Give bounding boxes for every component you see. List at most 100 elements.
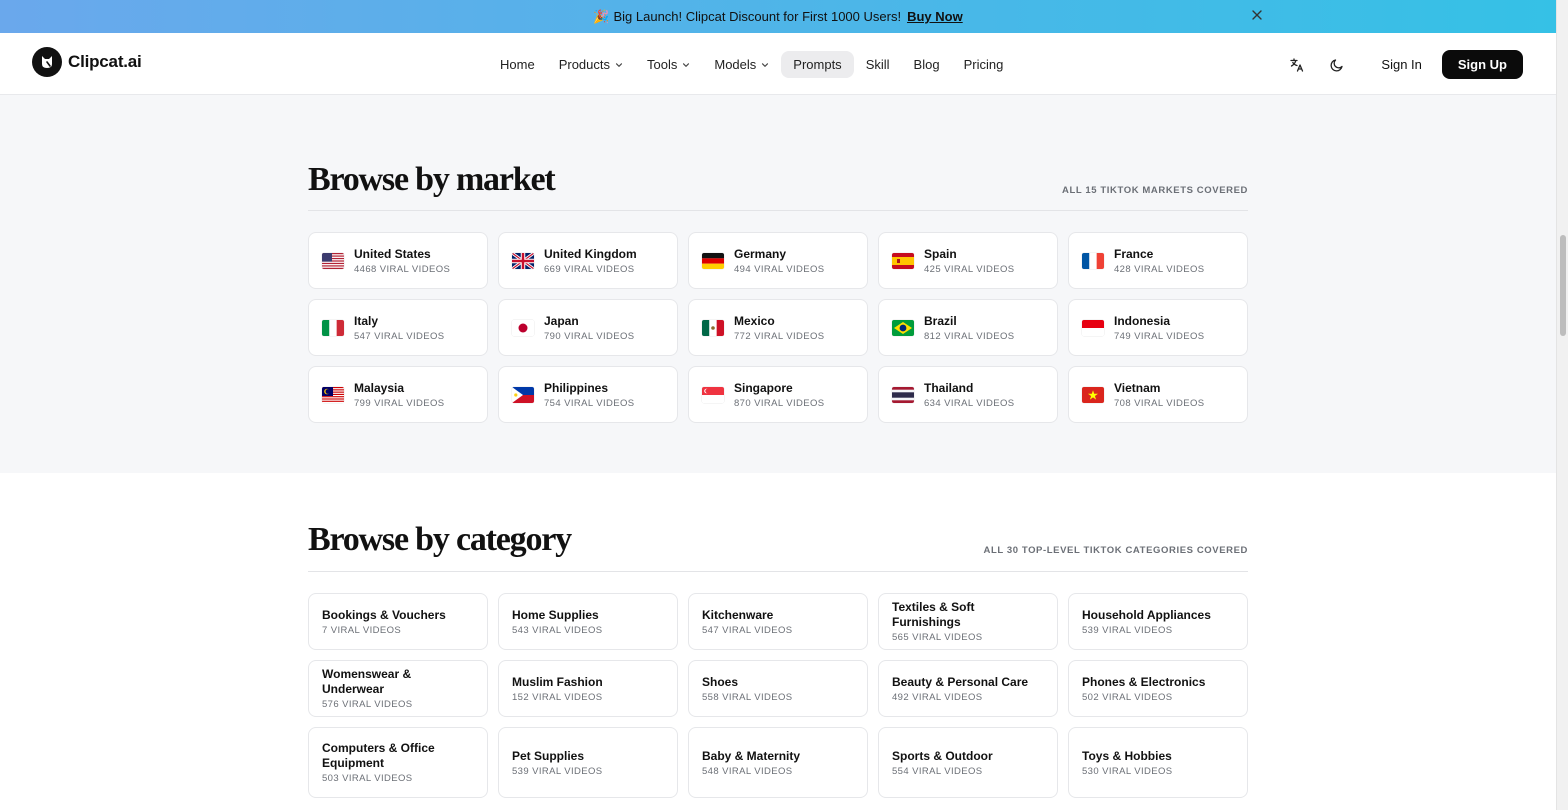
market-name: United States [354, 246, 431, 261]
market-card-vn[interactable]: Vietnam 708 VIRAL VIDEOS [1068, 366, 1248, 423]
nav-label: Blog [913, 57, 940, 72]
category-card[interactable]: Toys & Hobbies 530 VIRAL VIDEOS [1068, 727, 1248, 798]
video-count: 530 VIRAL VIDEOS [1082, 765, 1173, 777]
market-section: Browse by market ALL 15 TIKTOK MARKETS C… [0, 95, 1556, 473]
market-card-mx[interactable]: Mexico 772 VIRAL VIDEOS [688, 299, 868, 356]
category-grid: Bookings & Vouchers 7 VIRAL VIDEOS Home Su… [308, 593, 1248, 798]
translate-icon[interactable] [1283, 51, 1311, 79]
banner-text: Big Launch! Clipcat Discount for First 1… [613, 9, 902, 24]
market-card-br[interactable]: Brazil 812 VIRAL VIDEOS [878, 299, 1058, 356]
flag-sg-icon [702, 386, 724, 403]
video-count: 576 VIRAL VIDEOS [322, 699, 413, 710]
video-count: 558 VIRAL VIDEOS [702, 691, 793, 703]
buy-now-link[interactable]: Buy Now [907, 9, 963, 24]
nav-item-skill[interactable]: Skill [854, 51, 902, 78]
video-count: 554 VIRAL VIDEOS [892, 765, 983, 777]
site-header: Clipcat.ai Home Products Tools Models Prompt… [0, 33, 1556, 95]
card-text: Household Appliances 539 VIRAL VIDEOS [1082, 608, 1211, 636]
category-card[interactable]: Pet Supplies 539 VIRAL VIDEOS [498, 727, 678, 798]
nav-label: Products [558, 57, 610, 72]
flag-fr-icon [1082, 252, 1104, 269]
card-text: Philippines 754 VIRAL VIDEOS [544, 381, 635, 409]
card-text: Baby & Maternity 548 VIRAL VIDEOS [702, 749, 800, 777]
nav-item-prompts[interactable]: Prompts [781, 51, 854, 78]
market-title: Browse by market [308, 161, 556, 198]
sign-up-button[interactable]: Sign Up [1441, 50, 1523, 79]
video-count: 708 VIRAL VIDEOS [1114, 397, 1205, 409]
scrollbar-thumb[interactable] [1560, 235, 1566, 336]
nav-item-models[interactable]: Models [702, 51, 781, 78]
video-count: 152 VIRAL VIDEOS [512, 691, 603, 703]
market-card-fr[interactable]: France 428 VIRAL VIDEOS [1068, 232, 1248, 289]
category-name: Phones & Electronics [1082, 674, 1206, 689]
moon-icon[interactable] [1323, 51, 1351, 79]
nav-label: Tools [647, 57, 678, 72]
market-card-th[interactable]: Thailand 634 VIRAL VIDEOS [878, 366, 1058, 423]
category-card[interactable]: Computers & Office Equipment 503 VIRAL VI… [308, 727, 488, 798]
category-card[interactable]: Kitchenware 547 VIRAL VIDEOS [688, 593, 868, 650]
market-card-gb[interactable]: United Kingdom 669 VIRAL VIDEOS [498, 232, 678, 289]
market-name: Japan [544, 313, 579, 328]
category-card[interactable]: Beauty & Personal Care 492 VIRAL VIDEOS [878, 660, 1058, 717]
category-name: Kitchenware [702, 607, 774, 622]
party-icon: 🎉 [593, 8, 610, 24]
market-card-de[interactable]: Germany 494 VIRAL VIDEOS [688, 232, 868, 289]
category-card[interactable]: Muslim Fashion 152 VIRAL VIDEOS [498, 660, 678, 717]
category-card[interactable]: Sports & Outdoor 554 VIRAL VIDEOS [878, 727, 1058, 798]
category-card[interactable]: Home Supplies 543 VIRAL VIDEOS [498, 593, 678, 650]
card-text: Bookings & Vouchers 7 VIRAL VIDEOS [322, 608, 446, 636]
market-name: France [1114, 246, 1154, 261]
market-card-my[interactable]: Malaysia 799 VIRAL VIDEOS [308, 366, 488, 423]
card-text: Spain 425 VIRAL VIDEOS [924, 247, 1015, 275]
market-grid: United States 4468 VIRAL VIDEOS United Kin… [308, 232, 1248, 423]
category-card[interactable]: Phones & Electronics 502 VIRAL VIDEOS [1068, 660, 1248, 717]
video-count: 754 VIRAL VIDEOS [544, 397, 635, 409]
video-count: 547 VIRAL VIDEOS [702, 624, 793, 636]
category-card[interactable]: Baby & Maternity 548 VIRAL VIDEOS [688, 727, 868, 798]
announcement-banner: 🎉 Big Launch! Clipcat Discount for First… [0, 0, 1556, 33]
card-text: Germany 494 VIRAL VIDEOS [734, 247, 825, 275]
page-scrollbar[interactable] [1556, 0, 1568, 810]
nav-label: Home [500, 57, 535, 72]
close-icon[interactable] [1250, 8, 1266, 24]
card-text: Thailand 634 VIRAL VIDEOS [924, 381, 1015, 409]
card-text: Shoes 558 VIRAL VIDEOS [702, 675, 793, 703]
card-text: Mexico 772 VIRAL VIDEOS [734, 314, 825, 342]
category-card[interactable]: Shoes 558 VIRAL VIDEOS [688, 660, 868, 717]
category-meta: ALL 30 TOP-LEVEL TIKTOK CATEGORIES COVER… [983, 545, 1248, 556]
nav-item-pricing[interactable]: Pricing [952, 51, 1016, 78]
card-text: Muslim Fashion 152 VIRAL VIDEOS [512, 675, 603, 703]
market-card-us[interactable]: United States 4468 VIRAL VIDEOS [308, 232, 488, 289]
market-card-jp[interactable]: Japan 790 VIRAL VIDEOS [498, 299, 678, 356]
video-count: 543 VIRAL VIDEOS [512, 624, 603, 636]
logo[interactable]: Clipcat.ai [32, 47, 142, 77]
nav-item-home[interactable]: Home [488, 51, 547, 78]
flag-vn-icon [1082, 386, 1104, 403]
header-actions: Sign In Sign Up [1283, 50, 1523, 79]
flag-de-icon [702, 252, 724, 269]
category-card[interactable]: Bookings & Vouchers 7 VIRAL VIDEOS [308, 593, 488, 650]
market-name: Germany [734, 246, 787, 261]
video-count: 669 VIRAL VIDEOS [544, 263, 635, 275]
sign-in-button[interactable]: Sign In [1381, 57, 1421, 72]
nav-item-products[interactable]: Products [547, 51, 635, 78]
market-name: Mexico [734, 313, 775, 328]
market-card-it[interactable]: Italy 547 VIRAL VIDEOS [308, 299, 488, 356]
market-card-ph[interactable]: Philippines 754 VIRAL VIDEOS [498, 366, 678, 423]
category-name: Toys & Hobbies [1082, 748, 1172, 763]
nav-item-tools[interactable]: Tools [635, 51, 702, 78]
market-card-sg[interactable]: Singapore 870 VIRAL VIDEOS [688, 366, 868, 423]
market-card-es[interactable]: Spain 425 VIRAL VIDEOS [878, 232, 1058, 289]
card-text: Sports & Outdoor 554 VIRAL VIDEOS [892, 749, 993, 777]
market-card-id[interactable]: Indonesia 749 VIRAL VIDEOS [1068, 299, 1248, 356]
category-card[interactable]: Womenswear & Underwear 576 VIRAL VIDEOS [308, 660, 488, 717]
video-count: 565 VIRAL VIDEOS [892, 632, 983, 643]
category-card[interactable]: Household Appliances 539 VIRAL VIDEOS [1068, 593, 1248, 650]
video-count: 502 VIRAL VIDEOS [1082, 691, 1173, 703]
video-count: 772 VIRAL VIDEOS [734, 330, 825, 342]
market-name: Brazil [924, 313, 957, 328]
category-card[interactable]: Textiles & Soft Furnishings 565 VIRAL VID… [878, 593, 1058, 650]
nav-item-blog[interactable]: Blog [902, 51, 952, 78]
video-count: 492 VIRAL VIDEOS [892, 691, 983, 703]
video-count: 548 VIRAL VIDEOS [702, 765, 793, 777]
